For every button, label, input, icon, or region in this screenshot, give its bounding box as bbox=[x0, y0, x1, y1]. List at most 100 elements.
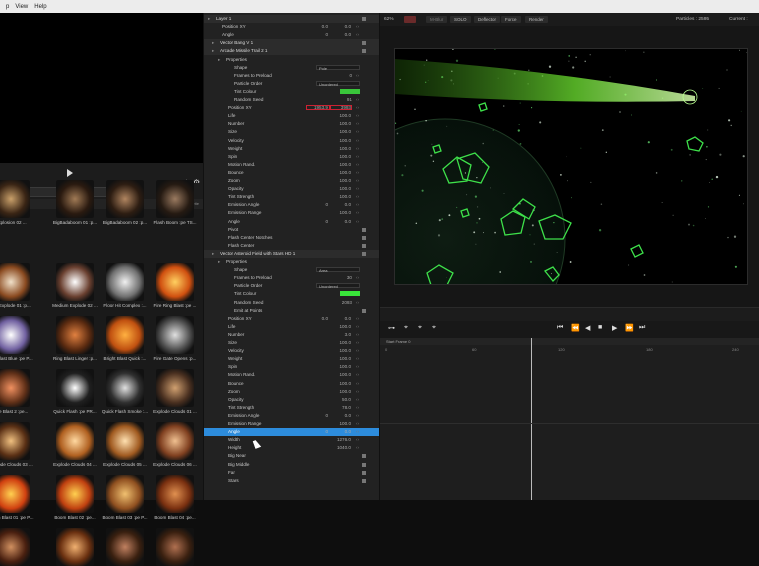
property-value-2[interactable]: 100.0 bbox=[331, 185, 352, 193]
emitter-thumbnail[interactable] bbox=[0, 180, 30, 218]
emitter-thumbnail[interactable] bbox=[0, 316, 30, 354]
property-row[interactable]: Weight 100.0 ‹› bbox=[204, 145, 379, 153]
property-row[interactable]: Arcade Missile Trail 2 1 ▸ bbox=[204, 47, 379, 56]
keyframe-nav-icon[interactable]: ‹› bbox=[356, 137, 359, 145]
property-value-2[interactable]: 100.0 bbox=[331, 323, 352, 331]
stop-button[interactable]: ■ bbox=[598, 324, 602, 331]
visibility-toggle[interactable] bbox=[362, 41, 366, 46]
emitter-thumbnail[interactable] bbox=[56, 422, 94, 460]
keyframe-nav-icon[interactable]: ‹› bbox=[356, 169, 359, 177]
force-button[interactable]: Force bbox=[501, 16, 521, 23]
property-value[interactable]: 0 bbox=[322, 72, 352, 80]
property-row[interactable]: Pivot bbox=[204, 226, 379, 234]
property-row[interactable]: Far bbox=[204, 469, 379, 477]
property-row[interactable]: Properties ▸ bbox=[204, 258, 379, 266]
property-value-1[interactable]: 0 bbox=[308, 218, 328, 226]
property-row[interactable]: Bounce 100.0 ‹› bbox=[204, 380, 379, 388]
property-value-1[interactable]: 0 bbox=[308, 31, 328, 39]
visibility-toggle[interactable] bbox=[362, 17, 366, 21]
property-row[interactable]: Shape Area bbox=[204, 266, 379, 274]
property-value-2[interactable]: 100.0 bbox=[331, 355, 352, 363]
menu-item-view[interactable]: View bbox=[15, 4, 28, 10]
motion-blur-button[interactable]: M-Blur bbox=[426, 16, 448, 23]
emitter-thumbnail[interactable] bbox=[0, 528, 30, 566]
keyframe-nav-icon[interactable]: ‹› bbox=[356, 363, 359, 371]
add-key-3-icon[interactable]: ⌖ bbox=[432, 324, 436, 332]
property-value[interactable]: 2093 bbox=[322, 299, 352, 307]
property-value-2[interactable]: 3.0 bbox=[331, 331, 351, 339]
visibility-toggle[interactable] bbox=[362, 227, 366, 232]
emitter-thumbnail[interactable] bbox=[56, 369, 94, 407]
property-value[interactable]: 30 bbox=[322, 274, 352, 282]
property-value[interactable]: 91 bbox=[322, 96, 352, 104]
emitter-thumbnail[interactable] bbox=[56, 475, 94, 513]
property-row[interactable]: Position XY 0.0 0.0 ‹› bbox=[204, 315, 379, 323]
keyframe-nav-icon[interactable]: ‹› bbox=[356, 185, 359, 193]
property-value-2[interactable]: 0.0 bbox=[331, 31, 351, 39]
property-value-2[interactable]: 100.0 bbox=[331, 363, 352, 371]
property-row[interactable]: Tint Colour bbox=[204, 290, 379, 298]
emitter-thumbnail[interactable] bbox=[56, 528, 94, 566]
tint-color-swatch[interactable] bbox=[340, 291, 360, 297]
property-row[interactable]: Big Near bbox=[204, 452, 379, 460]
visibility-toggle[interactable] bbox=[362, 454, 366, 459]
property-row[interactable]: Emission Angle 0 0.0 ‹› bbox=[204, 201, 379, 209]
add-key-icon[interactable]: ⌖ bbox=[404, 324, 408, 332]
visibility-toggle[interactable] bbox=[362, 470, 366, 475]
keyframe-nav-icon[interactable]: ‹› bbox=[356, 388, 359, 396]
property-row[interactable]: Tint Strength 100.0 ‹› bbox=[204, 193, 379, 201]
property-row[interactable]: Angle 0 0.0 ‹› bbox=[204, 218, 379, 226]
keyframe-nav-icon[interactable]: ‹› bbox=[356, 153, 359, 161]
visibility-toggle[interactable] bbox=[362, 243, 366, 248]
property-row[interactable]: Particle Order Unordered bbox=[204, 80, 379, 88]
property-row[interactable]: Big Middle bbox=[204, 461, 379, 469]
property-value-2[interactable]: 0.0 bbox=[331, 412, 351, 420]
deflector-button[interactable]: Deflector bbox=[474, 16, 501, 23]
property-value-2[interactable]: 50.0 bbox=[331, 396, 351, 404]
playhead[interactable] bbox=[531, 338, 532, 500]
property-value-2[interactable]: 100.0 bbox=[331, 161, 352, 169]
property-value-2[interactable]: 1276.0 bbox=[331, 436, 351, 444]
disclosure-triangle-icon[interactable]: ▸ bbox=[218, 258, 220, 266]
property-row[interactable]: Flash Center bbox=[204, 242, 379, 250]
emitter-thumbnail[interactable] bbox=[156, 475, 194, 513]
keyframe-nav-icon[interactable]: ‹› bbox=[356, 315, 359, 323]
key-icon[interactable]: ⊶ bbox=[388, 324, 395, 332]
menu-item-help[interactable]: Help bbox=[34, 4, 46, 10]
property-dropdown[interactable]: Area bbox=[316, 267, 360, 273]
canvas-viewport[interactable] bbox=[324, 48, 748, 360]
property-value-2[interactable]: 100.0 bbox=[331, 137, 352, 145]
property-value-2[interactable]: 100.0 bbox=[331, 169, 352, 177]
property-value-2[interactable]: 100.0 bbox=[331, 145, 352, 153]
property-row[interactable]: Velocity 100.0 ‹› bbox=[204, 347, 379, 355]
property-row[interactable]: Opacity 50.0 ‹› bbox=[204, 396, 379, 404]
property-value-1[interactable]: 0 bbox=[308, 201, 328, 209]
preview-play-icon[interactable] bbox=[67, 169, 73, 177]
keyframe-nav-icon[interactable]: ‹› bbox=[356, 420, 359, 428]
property-value-2[interactable]: 100.0 bbox=[331, 380, 352, 388]
emitter-thumbnail[interactable] bbox=[156, 316, 194, 354]
property-value-1[interactable]: 0 bbox=[308, 412, 328, 420]
keyframe-nav-icon[interactable]: ‹› bbox=[356, 128, 359, 136]
zoom-level[interactable]: 62% bbox=[384, 13, 394, 26]
keyframe-nav-icon[interactable]: ‹› bbox=[356, 104, 359, 112]
property-row[interactable]: Position XY 1953.9 3993 ‹› bbox=[204, 104, 379, 112]
property-row[interactable]: Motion Rand. 100.0 ‹› bbox=[204, 371, 379, 379]
property-row[interactable]: Number 100.0 ‹› bbox=[204, 120, 379, 128]
solo-button[interactable]: SOLO bbox=[450, 16, 471, 23]
property-row[interactable]: Particle Order Unordered bbox=[204, 282, 379, 290]
go-end-button[interactable]: ⏭ bbox=[639, 324, 645, 332]
emitter-thumbnail[interactable] bbox=[56, 263, 94, 301]
record-indicator[interactable] bbox=[404, 16, 416, 23]
property-row[interactable]: Vector Bang V 1 ▸ bbox=[204, 39, 379, 48]
property-row[interactable]: Vector Asteroid Field with Stars HD 1 ▸ bbox=[204, 249, 379, 258]
property-value-1[interactable]: 0.0 bbox=[308, 315, 328, 323]
property-row[interactable]: Height 1040.0 ‹› bbox=[204, 444, 379, 452]
add-key-2-icon[interactable]: ⌖ bbox=[418, 324, 422, 332]
property-row[interactable]: Width 1276.0 ‹› bbox=[204, 436, 379, 444]
property-row[interactable]: Size 100.0 ‹› bbox=[204, 339, 379, 347]
keyframe-nav-icon[interactable]: ‹› bbox=[356, 112, 359, 120]
property-row[interactable]: Flash Center Notches bbox=[204, 234, 379, 242]
property-row[interactable]: Properties ▸ bbox=[204, 56, 379, 64]
emitter-thumbnail[interactable] bbox=[106, 180, 144, 218]
